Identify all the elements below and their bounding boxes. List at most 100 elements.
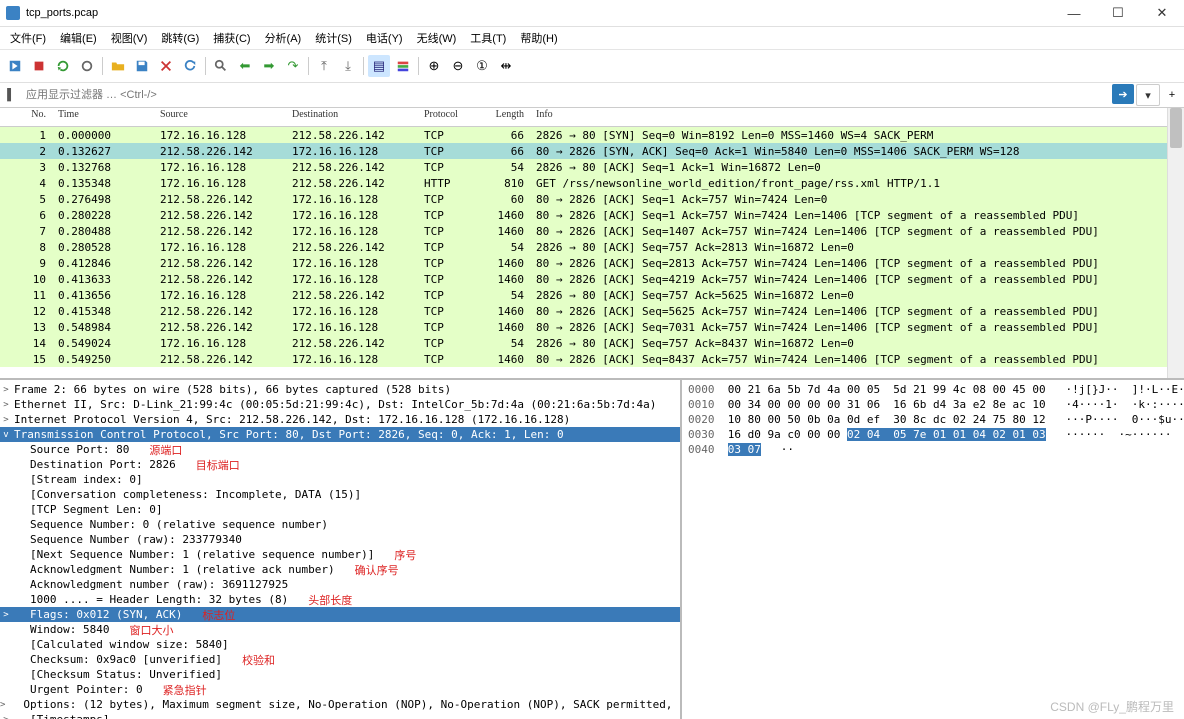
packet-row[interactable]: 150.549250212.58.226.142172.16.16.128TCP… bbox=[0, 351, 1167, 367]
hex-row[interactable]: 0010 00 34 00 00 00 00 31 06 16 6b d4 3a… bbox=[688, 397, 1178, 412]
detail-row[interactable]: [Calculated window size: 5840] bbox=[0, 637, 680, 652]
go-first-icon[interactable]: ⤒ bbox=[313, 55, 335, 77]
stop-capture-icon[interactable] bbox=[28, 55, 50, 77]
menu-item[interactable]: 分析(A) bbox=[259, 28, 308, 48]
detail-row[interactable]: >Frame 2: 66 bytes on wire (528 bits), 6… bbox=[0, 382, 680, 397]
open-file-icon[interactable] bbox=[107, 55, 129, 77]
resize-columns-icon[interactable]: ⇹ bbox=[495, 55, 517, 77]
close-file-icon[interactable] bbox=[155, 55, 177, 77]
detail-row[interactable]: Sequence Number (raw): 233779340 bbox=[0, 532, 680, 547]
detail-row[interactable]: >Flags: 0x012 (SYN, ACK)标志位 bbox=[0, 607, 680, 622]
minimize-button[interactable]: — bbox=[1052, 0, 1096, 26]
expand-icon[interactable]: > bbox=[0, 400, 12, 410]
menu-item[interactable]: 文件(F) bbox=[4, 28, 52, 48]
save-file-icon[interactable] bbox=[131, 55, 153, 77]
packet-row[interactable]: 110.413656172.16.16.128212.58.226.142TCP… bbox=[0, 287, 1167, 303]
packet-row[interactable]: 30.132768172.16.16.128212.58.226.142TCP5… bbox=[0, 159, 1167, 175]
detail-row[interactable]: Checksum: 0x9ac0 [unverified]校验和 bbox=[0, 652, 680, 667]
reload-icon[interactable] bbox=[179, 55, 201, 77]
packet-details-pane: >Frame 2: 66 bytes on wire (528 bits), 6… bbox=[0, 380, 682, 719]
detail-row[interactable]: 1000 .... = Header Length: 32 bytes (8)头… bbox=[0, 592, 680, 607]
bookmark-icon[interactable]: ▌ bbox=[4, 88, 18, 102]
window-title: tcp_ports.pcap bbox=[26, 7, 1052, 19]
expand-icon[interactable]: > bbox=[0, 415, 12, 425]
zoom-out-icon[interactable]: ⊖ bbox=[447, 55, 469, 77]
packet-row[interactable]: 70.280488212.58.226.142172.16.16.128TCP1… bbox=[0, 223, 1167, 239]
detail-row[interactable]: [Conversation completeness: Incomplete, … bbox=[0, 487, 680, 502]
menu-item[interactable]: 无线(W) bbox=[411, 28, 463, 48]
annotation: 确认序号 bbox=[355, 562, 399, 578]
maximize-button[interactable]: ☐ bbox=[1096, 0, 1140, 26]
app-icon bbox=[6, 6, 20, 20]
scrollbar[interactable] bbox=[1167, 108, 1184, 378]
detail-row[interactable]: Window: 5840窗口大小 bbox=[0, 622, 680, 637]
scroll-thumb[interactable] bbox=[1170, 108, 1182, 148]
packet-row[interactable]: 40.135348172.16.16.128212.58.226.142HTTP… bbox=[0, 175, 1167, 191]
hex-row[interactable]: 0020 10 80 00 50 0b 0a 0d ef 30 8c dc 02… bbox=[688, 412, 1178, 427]
options-icon[interactable] bbox=[76, 55, 98, 77]
expand-icon[interactable]: > bbox=[0, 715, 12, 719]
detail-row[interactable]: >Options: (12 bytes), Maximum segment si… bbox=[0, 697, 680, 712]
annotation: 窗口大小 bbox=[129, 622, 173, 638]
menu-item[interactable]: 编辑(E) bbox=[54, 28, 103, 48]
menu-item[interactable]: 工具(T) bbox=[464, 28, 512, 48]
menu-item[interactable]: 跳转(G) bbox=[155, 28, 205, 48]
close-button[interactable]: ✕ bbox=[1140, 0, 1184, 26]
detail-row[interactable]: >Internet Protocol Version 4, Src: 212.5… bbox=[0, 412, 680, 427]
detail-row[interactable]: Source Port: 80源端口 bbox=[0, 442, 680, 457]
separator bbox=[205, 57, 206, 75]
menubar: 文件(F)编辑(E)视图(V)跳转(G)捕获(C)分析(A)统计(S)电话(Y)… bbox=[0, 27, 1184, 50]
packet-row[interactable]: 50.276498212.58.226.142172.16.16.128TCP6… bbox=[0, 191, 1167, 207]
hex-row[interactable]: 0040 03 07 ·· bbox=[688, 442, 1178, 457]
detail-row[interactable]: Destination Port: 2826目标端口 bbox=[0, 457, 680, 472]
expand-icon[interactable]: > bbox=[0, 610, 12, 620]
expand-icon[interactable]: v bbox=[0, 430, 12, 440]
go-back-icon[interactable]: ⬅ bbox=[234, 55, 256, 77]
menu-item[interactable]: 帮助(H) bbox=[514, 28, 563, 48]
packet-row[interactable]: 100.413633212.58.226.142172.16.16.128TCP… bbox=[0, 271, 1167, 287]
hex-row[interactable]: 0000 00 21 6a 5b 7d 4a 00 05 5d 21 99 4c… bbox=[688, 382, 1178, 397]
packet-row[interactable]: 80.280528172.16.16.128212.58.226.142TCP5… bbox=[0, 239, 1167, 255]
menu-item[interactable]: 统计(S) bbox=[309, 28, 358, 48]
packet-row[interactable]: 90.412846212.58.226.142172.16.16.128TCP1… bbox=[0, 255, 1167, 271]
detail-row[interactable]: >Ethernet II, Src: D-Link_21:99:4c (00:0… bbox=[0, 397, 680, 412]
colorize-icon[interactable] bbox=[392, 55, 414, 77]
detail-row[interactable]: Sequence Number: 0 (relative sequence nu… bbox=[0, 517, 680, 532]
filter-expand-button[interactable]: ▾ bbox=[1136, 84, 1160, 106]
find-icon[interactable] bbox=[210, 55, 232, 77]
restart-capture-icon[interactable] bbox=[52, 55, 74, 77]
detail-row[interactable]: [Stream index: 0] bbox=[0, 472, 680, 487]
packet-row[interactable]: 140.549024172.16.16.128212.58.226.142TCP… bbox=[0, 335, 1167, 351]
detail-row[interactable]: Acknowledgment number (raw): 3691127925 bbox=[0, 577, 680, 592]
detail-row[interactable]: [TCP Segment Len: 0] bbox=[0, 502, 680, 517]
start-capture-icon[interactable] bbox=[4, 55, 26, 77]
packet-row[interactable]: 10.000000172.16.16.128212.58.226.142TCP6… bbox=[0, 127, 1167, 143]
separator bbox=[102, 57, 103, 75]
go-forward-icon[interactable]: ➡ bbox=[258, 55, 280, 77]
detail-row[interactable]: Acknowledgment Number: 1 (relative ack n… bbox=[0, 562, 680, 577]
packet-row[interactable]: 130.548984212.58.226.142172.16.16.128TCP… bbox=[0, 319, 1167, 335]
go-last-icon[interactable]: ⤓ bbox=[337, 55, 359, 77]
menu-item[interactable]: 捕获(C) bbox=[207, 28, 256, 48]
detail-row[interactable]: Urgent Pointer: 0紧急指针 bbox=[0, 682, 680, 697]
apply-filter-button[interactable]: ➔ bbox=[1112, 84, 1134, 104]
add-filter-button[interactable]: + bbox=[1164, 85, 1180, 105]
zoom-reset-icon[interactable]: ① bbox=[471, 55, 493, 77]
detail-row[interactable]: [Next Sequence Number: 1 (relative seque… bbox=[0, 547, 680, 562]
detail-row[interactable]: vTransmission Control Protocol, Src Port… bbox=[0, 427, 680, 442]
packet-row[interactable]: 120.415348212.58.226.142172.16.16.128TCP… bbox=[0, 303, 1167, 319]
packet-list-header[interactable]: No.TimeSourceDestinationProtocolLengthIn… bbox=[0, 108, 1167, 127]
go-to-icon[interactable]: ↷ bbox=[282, 55, 304, 77]
detail-row[interactable]: >[Timestamps] bbox=[0, 712, 680, 719]
autoscroll-icon[interactable]: ▤ bbox=[368, 55, 390, 77]
annotation: 源端口 bbox=[149, 442, 182, 458]
detail-row[interactable]: [Checksum Status: Unverified] bbox=[0, 667, 680, 682]
expand-icon[interactable]: > bbox=[0, 385, 12, 395]
display-filter-input[interactable] bbox=[22, 85, 1108, 105]
packet-row[interactable]: 60.280228212.58.226.142172.16.16.128TCP1… bbox=[0, 207, 1167, 223]
menu-item[interactable]: 视图(V) bbox=[105, 28, 154, 48]
hex-row[interactable]: 0030 16 d0 9a c0 00 00 02 04 05 7e 01 01… bbox=[688, 427, 1178, 442]
packet-row[interactable]: 20.132627212.58.226.142172.16.16.128TCP6… bbox=[0, 143, 1167, 159]
zoom-in-icon[interactable]: ⊕ bbox=[423, 55, 445, 77]
menu-item[interactable]: 电话(Y) bbox=[360, 28, 409, 48]
